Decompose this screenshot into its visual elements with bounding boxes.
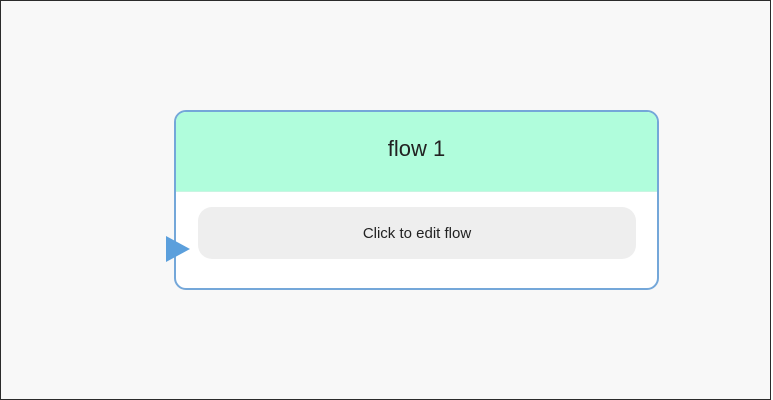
flow-node[interactable]: flow 1 Click to edit flow [174,110,659,290]
flow-node-header[interactable]: flow 1 [176,112,657,192]
edit-flow-button[interactable]: Click to edit flow [198,207,636,259]
edit-flow-label: Click to edit flow [362,224,472,242]
input-port-icon[interactable] [166,236,190,262]
flow-node-title: flow 1 [387,135,446,161]
